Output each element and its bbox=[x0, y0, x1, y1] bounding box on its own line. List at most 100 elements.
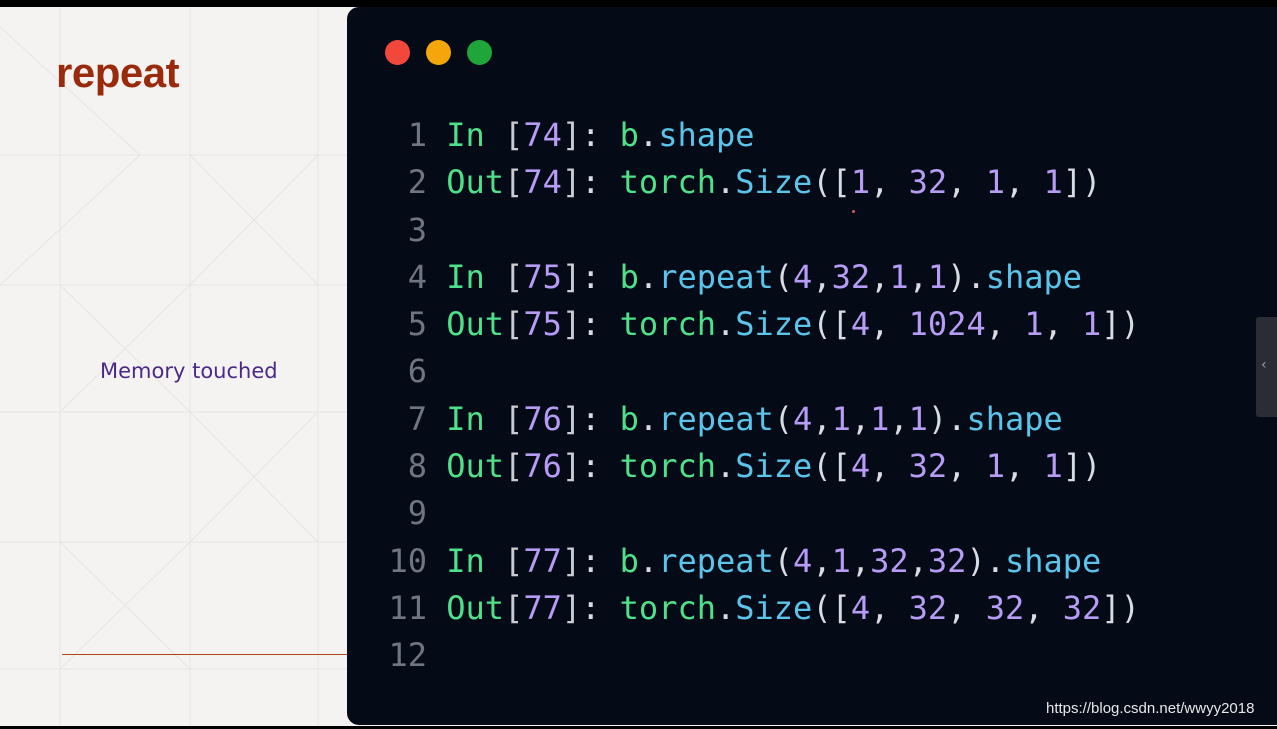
execution-count: 74 bbox=[523, 163, 562, 202]
size-value: 32 bbox=[908, 447, 948, 486]
paren: ) bbox=[947, 257, 967, 296]
line-number: 5 bbox=[407, 305, 427, 344]
execution-count: 76 bbox=[523, 447, 562, 486]
paren: ]) bbox=[1101, 588, 1140, 627]
bracket: ] bbox=[561, 257, 582, 296]
prompt-keyword: Out bbox=[446, 447, 505, 486]
bracket: ] bbox=[561, 399, 582, 438]
comma: , bbox=[870, 447, 909, 486]
argument-value: 32 bbox=[831, 257, 871, 296]
line-number: 1 bbox=[407, 116, 427, 154]
paren: ([ bbox=[812, 163, 851, 202]
chevron-left-icon: ‹ bbox=[1261, 357, 1267, 373]
paren: ) bbox=[966, 541, 986, 580]
comma: , bbox=[1004, 163, 1044, 202]
comma: , bbox=[850, 399, 871, 438]
bracket: ] bbox=[561, 447, 582, 486]
line-number: 6 bbox=[407, 352, 427, 391]
side-panel-toggle[interactable]: ‹ bbox=[1256, 317, 1277, 417]
comma: , bbox=[1043, 305, 1083, 344]
comma: , bbox=[889, 399, 909, 438]
bracket: ] bbox=[561, 588, 582, 627]
comma: , bbox=[908, 257, 928, 296]
prompt-colon: : bbox=[581, 588, 620, 627]
class-name: Size bbox=[735, 305, 813, 344]
paren: ([ bbox=[812, 588, 851, 627]
size-value: 4 bbox=[850, 588, 871, 627]
comma: , bbox=[870, 588, 909, 627]
argument-value: 4 bbox=[793, 399, 813, 438]
comma: , bbox=[1024, 588, 1063, 627]
prompt-keyword: In bbox=[446, 399, 485, 438]
size-value: 1 bbox=[1024, 305, 1044, 344]
top-letterbox bbox=[0, 0, 1277, 7]
prompt-keyword: In bbox=[446, 541, 485, 580]
argument-value: 1 bbox=[889, 257, 909, 296]
dot-operator: . bbox=[638, 399, 659, 438]
bracket: ] bbox=[561, 541, 582, 580]
comma: , bbox=[870, 163, 909, 202]
module-name: torch bbox=[619, 305, 716, 344]
comma: , bbox=[947, 163, 986, 202]
code-line: 7 In [76]: b.repeat(4,1,1,1).shape bbox=[377, 396, 1140, 443]
close-window-button[interactable] bbox=[385, 40, 410, 65]
line-number: 3 bbox=[407, 210, 427, 249]
argument-value: 4 bbox=[793, 541, 813, 580]
size-value: 1 bbox=[1043, 163, 1063, 202]
attribute-name: shape bbox=[966, 399, 1063, 438]
line-number: 9 bbox=[407, 494, 427, 533]
minimize-window-button[interactable] bbox=[426, 40, 451, 65]
size-value: 1 bbox=[1043, 447, 1063, 486]
dot-operator: . bbox=[715, 305, 736, 344]
code-line: 1 In [74]: b.shape bbox=[377, 112, 1140, 159]
execution-count: 75 bbox=[523, 257, 562, 296]
class-name: Size bbox=[735, 163, 813, 202]
execution-count: 75 bbox=[523, 305, 562, 344]
comma: , bbox=[908, 541, 928, 580]
bracket: ] bbox=[561, 305, 582, 344]
bracket: [ bbox=[504, 447, 524, 486]
prompt-keyword: Out bbox=[446, 163, 505, 202]
prompt-colon: : bbox=[581, 399, 620, 438]
comma: , bbox=[870, 305, 909, 344]
argument-value: 4 bbox=[793, 257, 813, 296]
comma: , bbox=[812, 257, 832, 296]
slide-title: repeat bbox=[56, 49, 180, 96]
prompt-keyword: Out bbox=[446, 588, 505, 627]
code-line: 12 bbox=[377, 632, 1140, 679]
argument-value: 1 bbox=[831, 399, 851, 438]
line-number: 11 bbox=[388, 588, 427, 627]
execution-count: 77 bbox=[523, 541, 562, 580]
mouse-cursor bbox=[852, 210, 855, 213]
bracket: [ bbox=[504, 257, 524, 296]
comma: , bbox=[812, 541, 832, 580]
code-line: 2 Out[74]: torch.Size([1, 32, 1, 1]) bbox=[377, 159, 1140, 206]
paren: ( bbox=[773, 399, 794, 438]
paren: ( bbox=[773, 257, 794, 296]
comma: , bbox=[812, 399, 832, 438]
comma: , bbox=[870, 257, 890, 296]
argument-value: 1 bbox=[831, 541, 851, 580]
comma: , bbox=[947, 588, 986, 627]
dot-operator: . bbox=[947, 399, 967, 438]
variable-name: b bbox=[619, 399, 639, 438]
code-line: 3 bbox=[377, 207, 1140, 254]
code-window: 1 In [74]: b.shape 2 Out[74]: torch.Size(… bbox=[347, 7, 1277, 725]
method-name: repeat bbox=[658, 257, 774, 296]
execution-count: 74 bbox=[523, 116, 562, 154]
maximize-window-button[interactable] bbox=[467, 40, 492, 65]
paren: ) bbox=[927, 399, 948, 438]
line-number: 8 bbox=[407, 447, 427, 486]
code-line: 5 Out[75]: torch.Size([4, 1024, 1, 1]) bbox=[377, 301, 1140, 348]
paren: ]) bbox=[1062, 163, 1102, 202]
bracket: ] bbox=[561, 163, 582, 202]
code-line: 8 Out[76]: torch.Size([4, 32, 1, 1]) bbox=[377, 443, 1140, 490]
comma: , bbox=[985, 305, 1025, 344]
prompt-colon: : bbox=[581, 163, 620, 202]
module-name: torch bbox=[619, 447, 716, 486]
code-line: 6 bbox=[377, 348, 1140, 395]
size-value: 1 bbox=[1082, 305, 1102, 344]
comma: , bbox=[1004, 447, 1044, 486]
paren: ]) bbox=[1062, 447, 1102, 486]
module-name: torch bbox=[619, 163, 716, 202]
